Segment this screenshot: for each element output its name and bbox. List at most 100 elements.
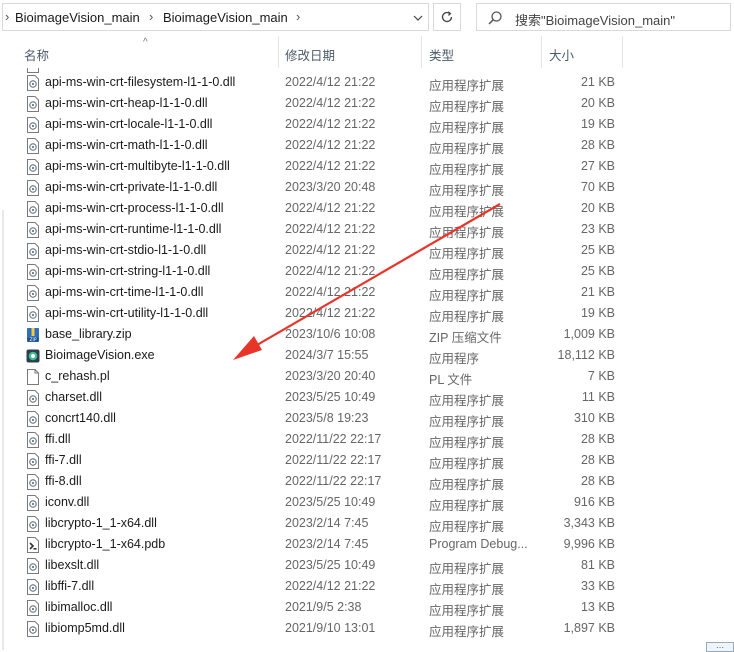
chevron-right-icon[interactable]: › xyxy=(149,9,153,24)
file-name: api-ms-win-crt-stdio-l1-1-0.dll xyxy=(45,243,207,257)
column-divider[interactable] xyxy=(421,36,422,68)
file-row[interactable]: api-ms-win-crt-stdio-l1-1-0.dll 2022/4/12… xyxy=(0,240,734,261)
file-row[interactable]: api-ms-win-crt-filesystem-l1-1-0.dll 2022… xyxy=(0,72,734,93)
dll-icon xyxy=(27,516,39,532)
file-date: 2022/4/12 21:22 xyxy=(285,96,376,110)
file-row[interactable]: api-ms-win-crt-string-l1-1-0.dll 2022/4/1… xyxy=(0,261,734,282)
file-date: 2023/3/20 20:48 xyxy=(285,180,376,194)
file-date: 2023/5/25 10:49 xyxy=(285,558,376,572)
exe-icon xyxy=(26,349,40,363)
breadcrumb-item[interactable]: BioimageVision_main xyxy=(15,10,140,25)
file-name: ffi-7.dll xyxy=(45,453,82,467)
breadcrumb-item[interactable]: BioimageVision_main xyxy=(163,10,288,25)
dll-icon xyxy=(27,390,39,406)
file-row[interactable]: concrt140.dll 2023/5/8 19:23 应用程序扩展 310 KB xyxy=(0,408,734,429)
column-divider[interactable] xyxy=(622,36,623,68)
address-bar[interactable]: › BioimageVision_main › BioimageVision_m… xyxy=(2,3,429,31)
column-type[interactable]: 类型 xyxy=(429,45,454,64)
column-size[interactable]: 大小 xyxy=(549,45,574,64)
file-row[interactable]: ffi.dll 2022/11/22 22:17 应用程序扩展 28 KB xyxy=(0,429,734,450)
dll-icon xyxy=(27,621,39,637)
file-name: libiomp5md.dll xyxy=(45,621,125,635)
file-type: 应用程序扩展 xyxy=(429,415,505,429)
file-type: 应用程序扩展 xyxy=(429,121,505,135)
file-row[interactable]: api-ms-win-crt-private-l1-1-0.dll 2023/3/… xyxy=(0,177,734,198)
file-type: 应用程序扩展 xyxy=(429,184,505,198)
column-date[interactable]: 修改日期 xyxy=(285,45,335,64)
file-name: api-ms-win-crt-process-l1-1-0.dll xyxy=(45,201,224,215)
file-row[interactable]: api-ms-win-crt-process-l1-1-0.dll 2022/4/… xyxy=(0,198,734,219)
file-name: api-ms-win-crt-filesystem-l1-1-0.dll xyxy=(45,75,236,89)
file-date: 2023/5/25 10:49 xyxy=(285,390,376,404)
file-row[interactable]: api-ms-win-crt-utility-l1-1-0.dll 2022/4/… xyxy=(0,303,734,324)
file-row[interactable]: libexslt.dll 2023/5/25 10:49 应用程序扩展 81 KB xyxy=(0,555,734,576)
file-row[interactable]: api-ms-win-crt-runtime-l1-1-0.dll 2022/4/… xyxy=(0,219,734,240)
file-row[interactable]: libffi-7.dll 2022/4/12 21:22 应用程序扩展 33 KB xyxy=(0,576,734,597)
dll-icon xyxy=(27,495,39,511)
column-divider[interactable] xyxy=(541,36,542,68)
file-row[interactable]: api-ms-win-crt-time-l1-1-0.dll 2022/4/12 … xyxy=(0,282,734,303)
file-type: 应用程序扩展 xyxy=(429,436,505,450)
file-row[interactable]: charset.dll 2023/5/25 10:49 应用程序扩展 11 KB xyxy=(0,387,734,408)
chevron-right-icon[interactable]: › xyxy=(5,9,9,24)
chevron-down-icon[interactable] xyxy=(408,8,428,28)
file-row[interactable]: iconv.dll 2023/5/25 10:49 应用程序扩展 916 KB xyxy=(0,492,734,513)
address-bar-area: › BioimageVision_main › BioimageVision_m… xyxy=(0,0,734,34)
file-row[interactable]: BioimageVision.exe 2024/3/7 15:55 应用程序 18,1… xyxy=(0,345,734,366)
file-row[interactable]: api-ms-win-crt-heap-l1-1-0.dll 2022/4/12 … xyxy=(0,93,734,114)
file-row[interactable]: api-ms-win-crt-math-l1-1-0.dll 2022/4/12 … xyxy=(0,135,734,156)
file-size: 19 KB xyxy=(580,306,615,320)
dll-icon xyxy=(27,600,39,616)
file-date: 2022/4/12 21:22 xyxy=(285,75,376,89)
file-row[interactable]: ffi-8.dll 2022/11/22 22:17 应用程序扩展 28 KB xyxy=(0,471,734,492)
file-name: api-ms-win-crt-runtime-l1-1-0.dll xyxy=(45,222,222,236)
file-type: 应用程序扩展 xyxy=(429,247,505,261)
file-row[interactable]: ffi-7.dll 2022/11/22 22:17 应用程序扩展 28 KB xyxy=(0,450,734,471)
dll-icon xyxy=(27,159,39,175)
dll-icon xyxy=(27,75,39,91)
file-type: ZIP 压缩文件 xyxy=(429,331,502,345)
dll-icon xyxy=(27,474,39,490)
file-date: 2022/4/12 21:22 xyxy=(285,138,376,152)
file-row[interactable]: libiomp5md.dll 2021/9/10 13:01 应用程序扩展 1,897… xyxy=(0,618,734,639)
file-size: 9,996 KB xyxy=(563,537,615,551)
file-size: 20 KB xyxy=(580,201,615,215)
file-date: 2023/2/14 7:45 xyxy=(285,537,369,551)
file-name: api-ms-win-crt-time-l1-1-0.dll xyxy=(45,285,204,299)
file-size: 3,343 KB xyxy=(563,516,615,530)
file-name: api-ms-win-crt-math-l1-1-0.dll xyxy=(45,138,208,152)
file-date: 2023/5/25 10:49 xyxy=(285,495,376,509)
search-input[interactable]: 搜索"BioimageVision_main" xyxy=(476,3,731,31)
file-size: 27 KB xyxy=(580,159,615,173)
refresh-button[interactable] xyxy=(433,3,461,31)
sort-ascending-icon: ^ xyxy=(143,37,148,48)
file-date: 2021/9/5 2:38 xyxy=(285,600,362,614)
column-name[interactable]: 名称 xyxy=(24,45,49,64)
search-placeholder: 搜索"BioimageVision_main" xyxy=(515,13,676,28)
file-type: 应用程序扩展 xyxy=(429,226,505,240)
file-size: 18,112 KB xyxy=(557,348,615,362)
status-indicator: ⋯ xyxy=(706,642,734,652)
chevron-right-icon[interactable]: › xyxy=(296,9,300,24)
file-row[interactable]: libcrypto-1_1-x64.dll 2023/2/14 7:45 应用程序扩… xyxy=(0,513,734,534)
file-row[interactable]: c_rehash.pl 2023/3/20 20:40 PL 文件 7 KB xyxy=(0,366,734,387)
file-size: 310 KB xyxy=(573,411,615,425)
file-size: 28 KB xyxy=(580,138,615,152)
file-row[interactable]: libimalloc.dll 2021/9/5 2:38 应用程序扩展 13 KB xyxy=(0,597,734,618)
dll-icon xyxy=(27,117,39,133)
file-row[interactable]: api-ms-win-crt-multibyte-l1-1-0.dll 2022/… xyxy=(0,156,734,177)
file-type: 应用程序扩展 xyxy=(429,499,505,513)
dll-icon xyxy=(27,453,39,469)
file-size: 28 KB xyxy=(580,453,615,467)
file-type: PL 文件 xyxy=(429,373,473,387)
file-type: 应用程序扩展 xyxy=(429,562,505,576)
dll-icon xyxy=(27,306,39,322)
file-type: 应用程序扩展 xyxy=(429,163,505,177)
file-row[interactable]: ZIP base_library.zip 2023/10/6 10:08 ZIP 压缩… xyxy=(0,324,734,345)
file-row[interactable]: libcrypto-1_1-x64.pdb 2023/2/14 7:45 Progr… xyxy=(0,534,734,555)
file-date: 2022/4/12 21:22 xyxy=(285,222,376,236)
file-list: api-ms-win-crt-filesystem-l1-1-0.dll 2022… xyxy=(0,68,734,652)
file-date: 2022/4/12 21:22 xyxy=(285,264,376,278)
file-row[interactable]: api-ms-win-crt-locale-l1-1-0.dll 2022/4/1… xyxy=(0,114,734,135)
column-divider[interactable] xyxy=(278,36,279,68)
